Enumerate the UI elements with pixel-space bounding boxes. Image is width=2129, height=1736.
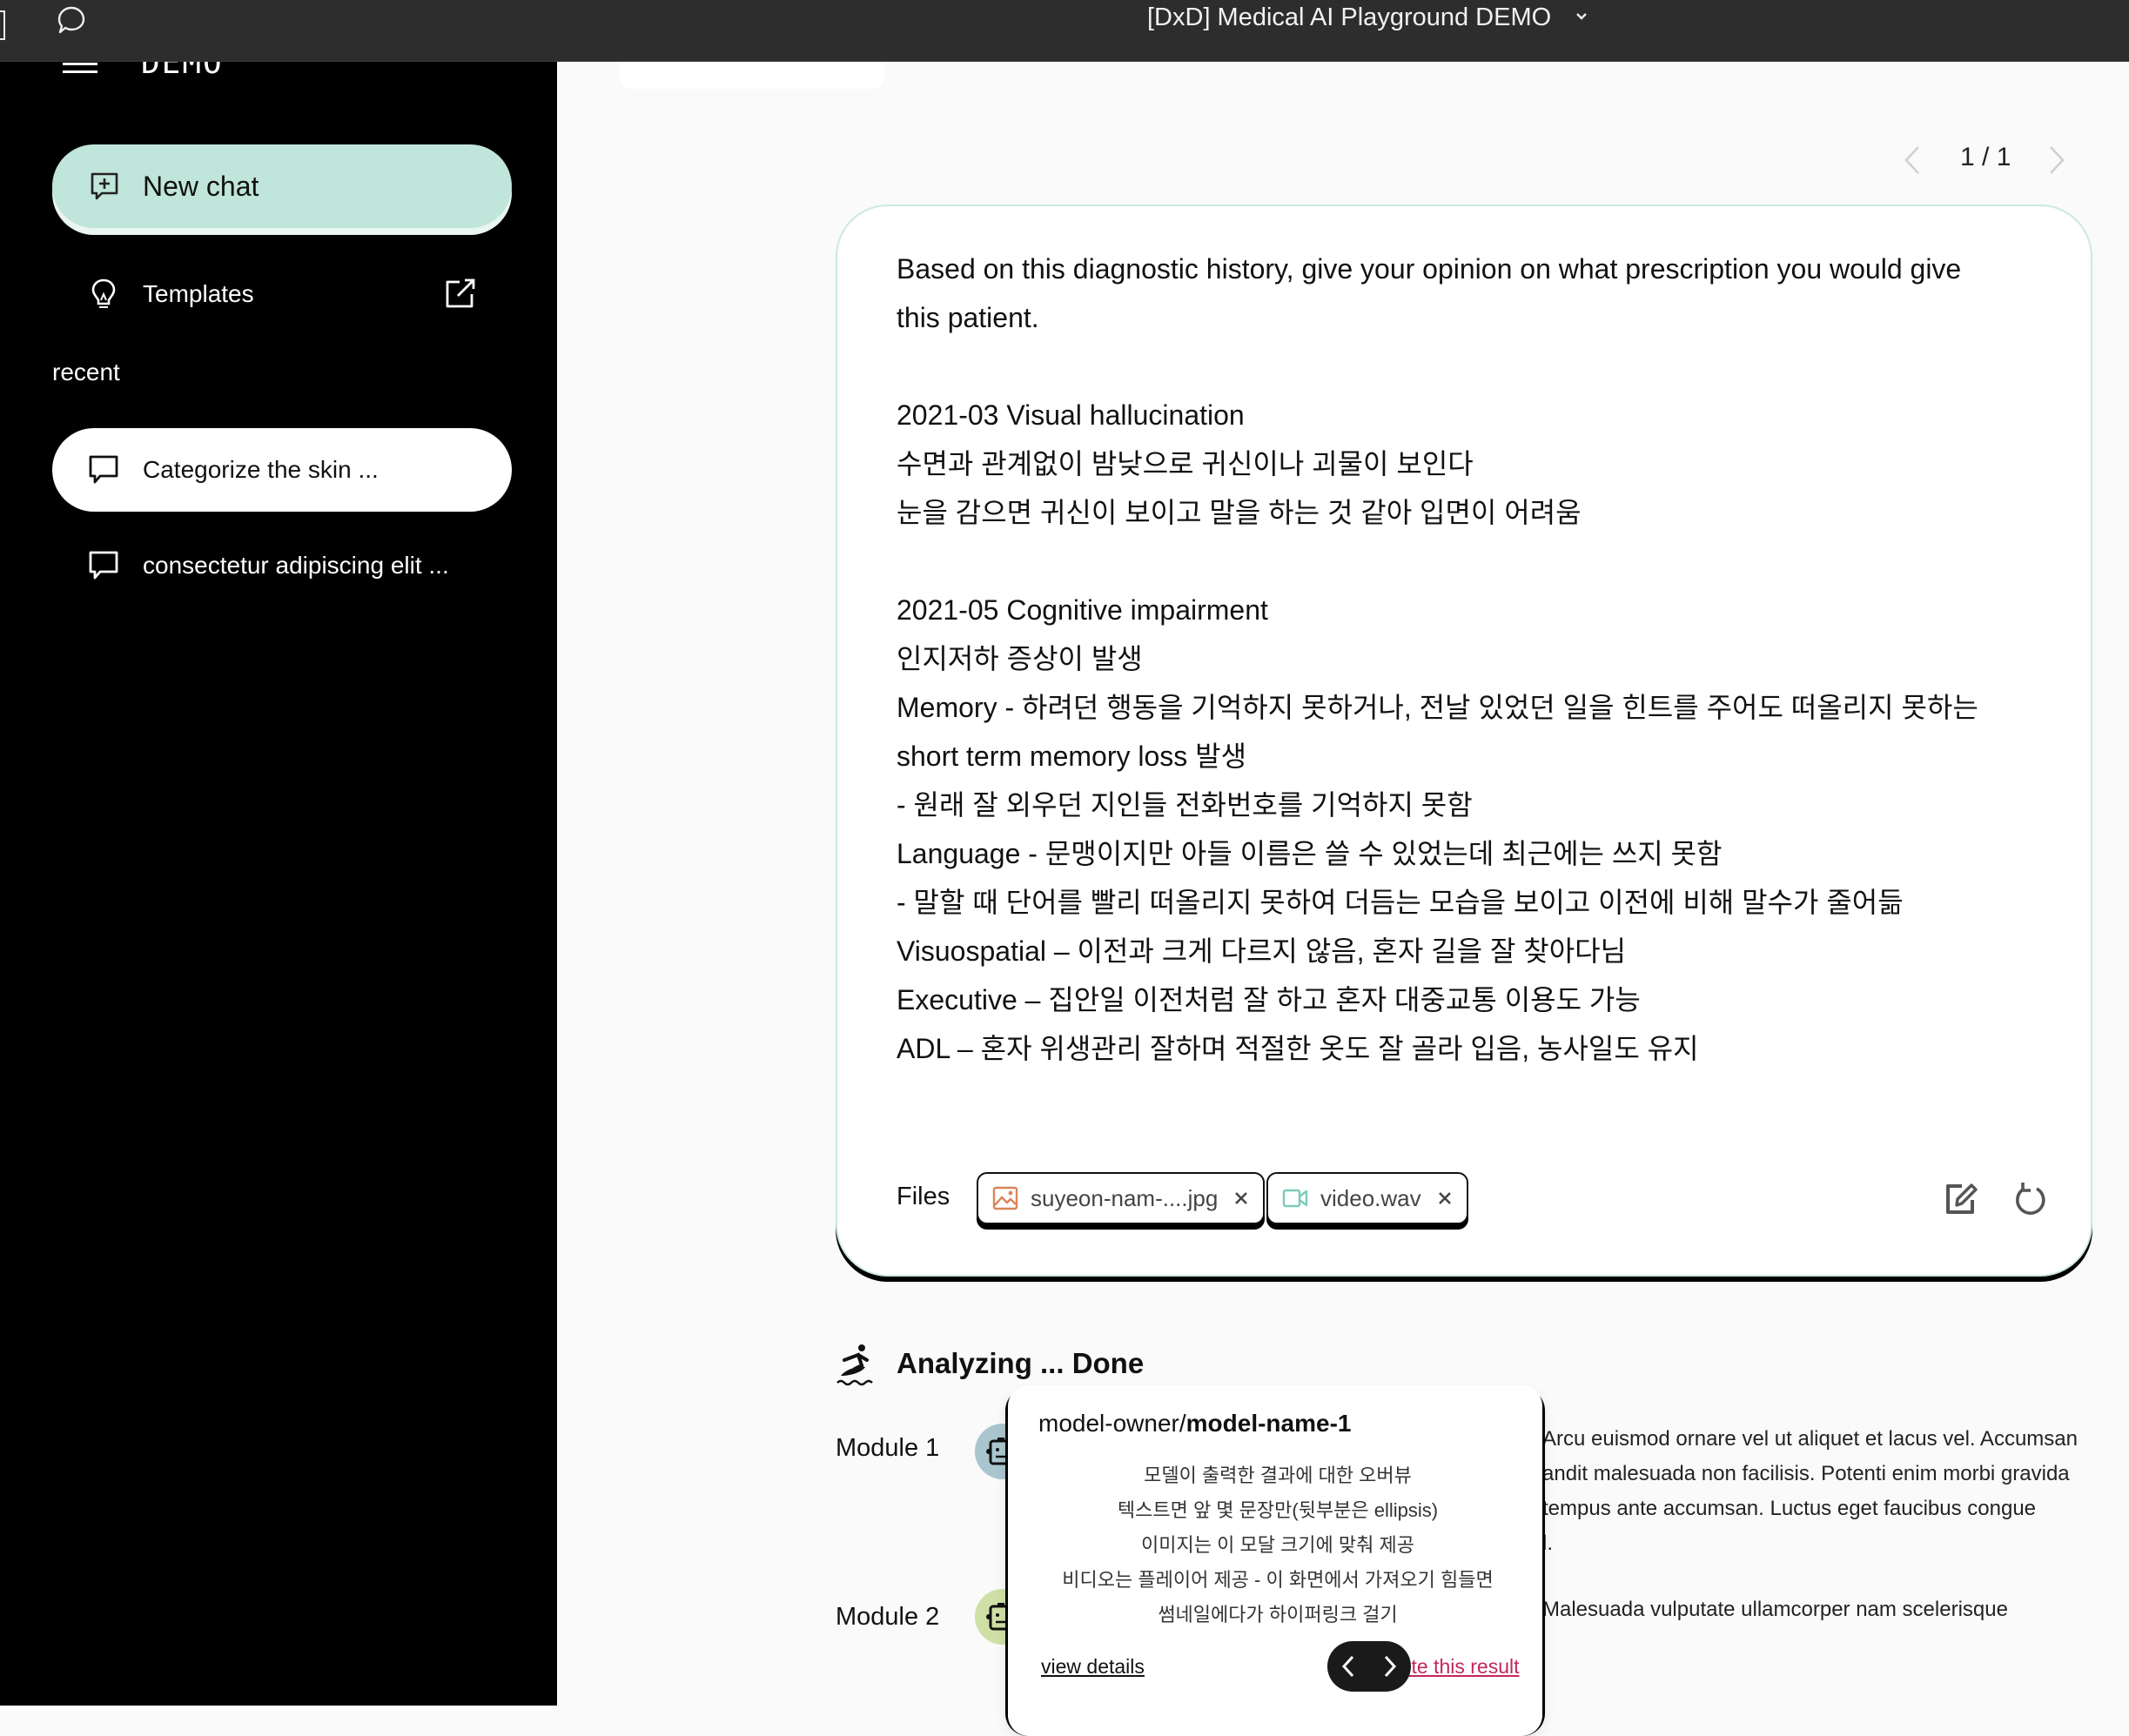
module-label: Module 1 bbox=[836, 1434, 940, 1462]
prompt-line: Based on this diagnostic history, give y… bbox=[897, 253, 1962, 285]
chat-plus-icon bbox=[91, 172, 118, 200]
prompt-line: Executive – 집안일 이전처럼 잘 하고 혼자 대중교통 이용도 가능 bbox=[897, 984, 1641, 1015]
file-chip[interactable]: suyeon-nam-....jpg bbox=[977, 1172, 1266, 1224]
new-chat-button[interactable]: New chat bbox=[52, 144, 512, 228]
carousel-prev-icon[interactable] bbox=[1340, 1654, 1356, 1679]
video-file-icon bbox=[1282, 1189, 1308, 1208]
prompt-line: Visuospatial – 이전과 크게 다르지 않음, 혼자 길을 잘 찾아… bbox=[897, 935, 1627, 967]
prompt-line: - 원래 잘 외우던 지인들 전화번호를 기억하지 못함 bbox=[897, 789, 1473, 821]
module-label: Module 2 bbox=[836, 1603, 940, 1631]
edit-prompt-icon[interactable] bbox=[1943, 1179, 1981, 1217]
window-edge-icon bbox=[0, 10, 5, 40]
prompt-line bbox=[897, 342, 2054, 391]
app-title-bar: [DxD] Medical AI Playground DEMO bbox=[0, 0, 2129, 62]
prompt-line: 2021-05 Cognitive impairment bbox=[897, 594, 1268, 626]
prompt-line: 2021-03 Visual hallucination bbox=[897, 399, 1245, 431]
sidebar-item-templates[interactable]: Templates bbox=[52, 259, 512, 329]
app-title[interactable]: [DxD] Medical AI Playground DEMO bbox=[1147, 3, 1551, 32]
recent-chat-label: Categorize the skin ... bbox=[143, 456, 379, 483]
carousel-controls bbox=[1327, 1641, 1411, 1692]
file-name: suyeon-nam-....jpg bbox=[1031, 1184, 1219, 1211]
remove-file-icon[interactable] bbox=[1233, 1190, 1249, 1206]
recent-chat-label: consectetur adipiscing elit ... bbox=[143, 552, 449, 579]
prompt-line: ADL – 혼자 위생관리 잘하며 적절한 옷도 잘 골라 입음, 농사일도 유… bbox=[897, 1033, 1699, 1064]
file-chip[interactable]: video.wav bbox=[1266, 1172, 1468, 1224]
regenerate-icon[interactable] bbox=[2011, 1179, 2049, 1217]
module-result-text: Malesuada vulputate ullamcorper nam scel… bbox=[1542, 1598, 2008, 1621]
prompt-line: - 말할 때 단어를 빨리 떠올리지 못하여 더듬는 모습을 보이고 이전에 비… bbox=[897, 887, 1904, 918]
prompt-line: Language - 문맹이지만 아들 이름은 쓸 수 있었는데 최근에는 쓰지… bbox=[897, 838, 1723, 869]
result-overview: 모델이 출력한 결과에 대한 오버뷰 텍스트면 앞 몇 문장만(뒷부분은 ell… bbox=[1062, 1465, 1494, 1625]
prompt-card: Based on this diagnostic history, give y… bbox=[836, 204, 2092, 1277]
prompt-line: this patient. bbox=[897, 302, 1039, 333]
lightbulb-icon bbox=[91, 278, 116, 308]
external-link-icon[interactable] bbox=[442, 277, 477, 312]
recent-chat-item[interactable]: consectetur adipiscing elit ... bbox=[52, 524, 512, 607]
hamburger-menu-icon[interactable] bbox=[63, 63, 97, 75]
prev-page-icon[interactable] bbox=[1903, 144, 1922, 176]
file-name: video.wav bbox=[1320, 1184, 1421, 1211]
image-file-icon bbox=[992, 1186, 1018, 1210]
surfing-icon bbox=[836, 1344, 873, 1386]
remove-file-icon[interactable] bbox=[1437, 1190, 1453, 1206]
prompt-text: Based on this diagnostic history, give y… bbox=[897, 245, 2054, 1073]
chevron-down-icon[interactable] bbox=[1574, 9, 1589, 24]
chat-bubble-icon bbox=[89, 551, 118, 580]
chat-bubble-icon[interactable] bbox=[54, 3, 89, 38]
model-name: model-name-1 bbox=[1185, 1410, 1352, 1437]
model-title: model-owner/model-name-1 bbox=[1038, 1410, 1351, 1438]
carousel-next-icon[interactable] bbox=[1382, 1654, 1398, 1679]
view-details-link[interactable]: view details bbox=[1041, 1655, 1145, 1679]
files-label: Files bbox=[897, 1183, 950, 1210]
model-result-popover: model-owner/model-name-1 모델이 출력한 결과에 대한 … bbox=[1005, 1385, 1545, 1736]
page-indicator: 1 / 1 bbox=[1960, 143, 2011, 171]
model-owner: model-owner/ bbox=[1038, 1410, 1186, 1437]
prompt-line: 수면과 관계없이 밤낮으로 귀신이나 괴물이 보인다 bbox=[897, 448, 1474, 479]
prompt-line bbox=[897, 537, 2054, 586]
prompt-line: short term memory loss 발생 bbox=[897, 741, 1247, 772]
prompt-line: 눈을 감으면 귀신이 보이고 말을 하는 것 같아 입면이 어려움 bbox=[897, 497, 1582, 528]
module-result-text: Arcu euismod ornare vel ut aliquet et la… bbox=[1542, 1427, 2078, 1555]
templates-label: Templates bbox=[143, 280, 254, 307]
analysis-status: Analyzing ... Done bbox=[897, 1347, 1145, 1379]
recent-section-label: recent bbox=[52, 359, 120, 385]
prompt-line: Memory - 하려던 행동을 기억하지 못하거나, 전날 있었던 일을 힌트… bbox=[897, 692, 1978, 723]
recent-chat-item[interactable]: Categorize the skin ... bbox=[52, 428, 512, 512]
new-chat-label: New chat bbox=[143, 170, 259, 202]
prompt-line: 인지저하 증상이 발생 bbox=[897, 643, 1143, 674]
chat-bubble-icon bbox=[89, 455, 118, 484]
sidebar: DEMO New chat Templates recent Categoriz… bbox=[0, 45, 557, 1706]
next-page-icon[interactable] bbox=[2047, 144, 2066, 176]
